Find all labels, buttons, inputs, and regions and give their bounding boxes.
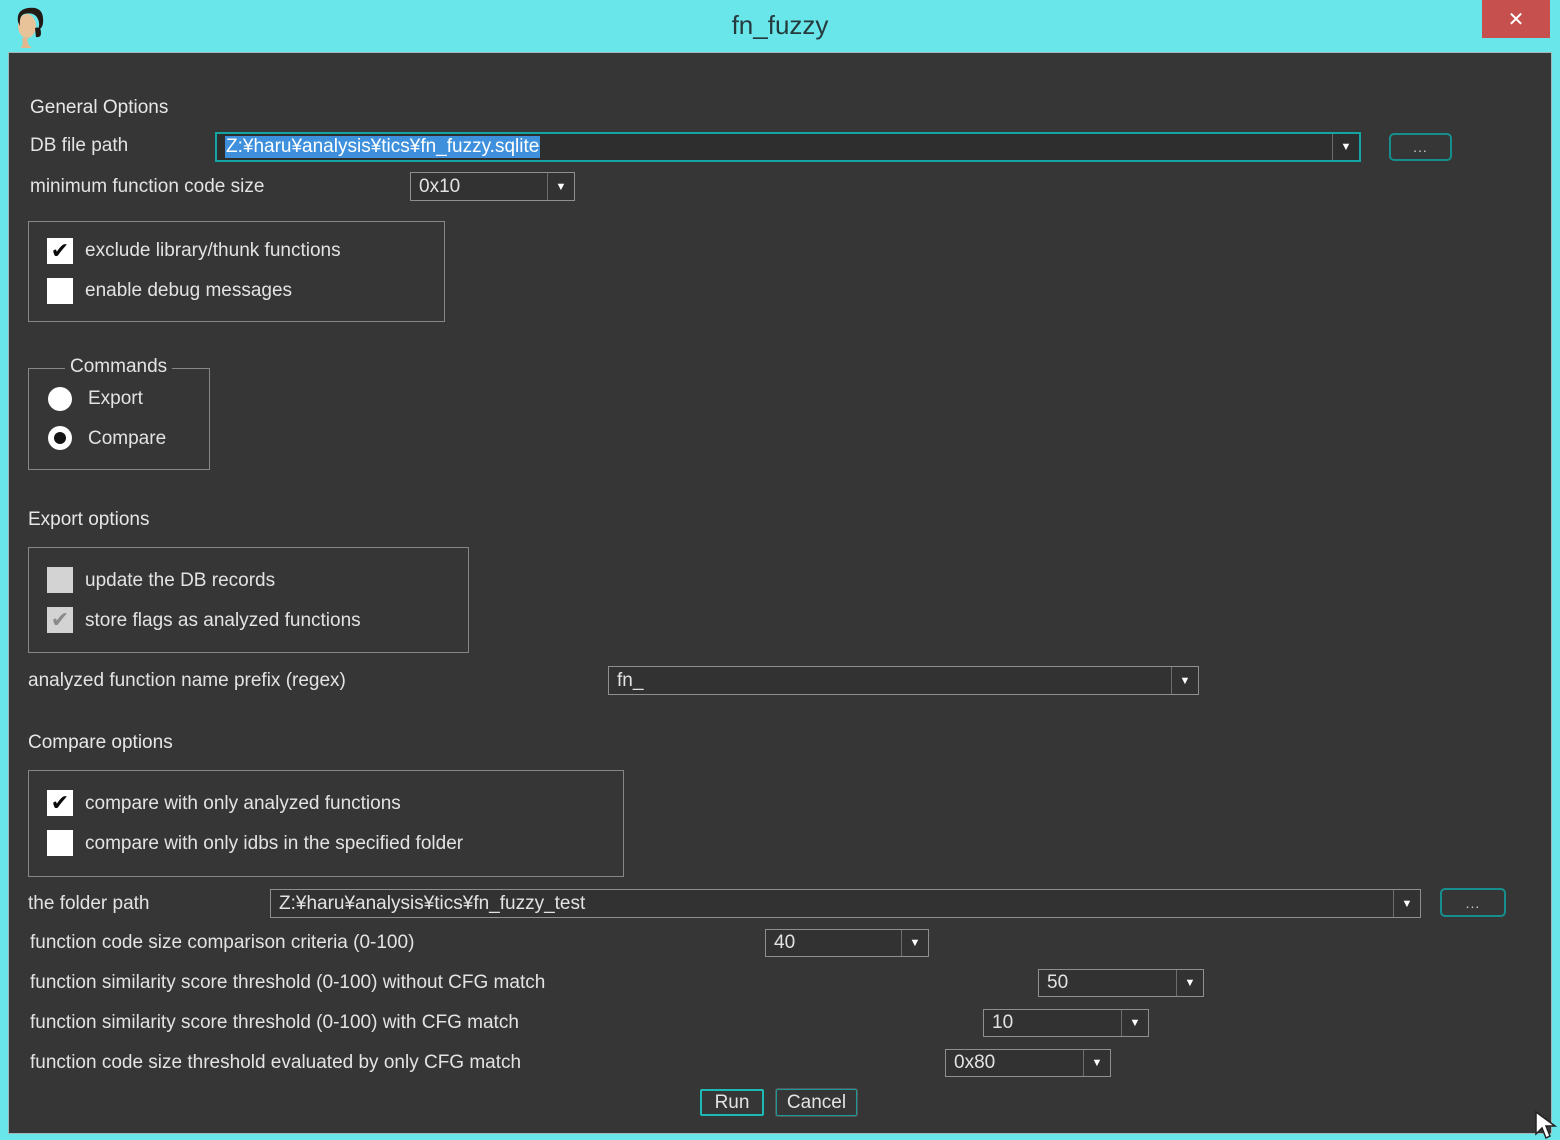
commands-legend: Commands	[65, 356, 172, 378]
compare-idbs-checkbox[interactable]	[47, 830, 73, 856]
chevron-down-icon[interactable]: ▼	[1171, 667, 1198, 694]
enable-debug-checkbox[interactable]	[47, 278, 73, 304]
chevron-down-icon[interactable]: ▼	[1121, 1010, 1148, 1036]
compare-options-heading: Compare options	[28, 732, 173, 754]
cancel-button[interactable]: Cancel	[776, 1089, 857, 1116]
prefix-combobox[interactable]: fn_ ▼	[608, 666, 1199, 695]
similarity-without-cfg-label: function similarity score threshold (0-1…	[30, 972, 545, 994]
prefix-label: analyzed function name prefix (regex)	[28, 670, 346, 692]
cfg-only-threshold-combobox[interactable]: 0x80 ▼	[945, 1049, 1111, 1077]
compare-idbs-label[interactable]: compare with only idbs in the specified …	[85, 833, 463, 855]
code-size-criteria-value: 40	[766, 932, 901, 954]
mouse-cursor	[1534, 1110, 1560, 1140]
folder-path-browse-button[interactable]: ...	[1440, 888, 1506, 917]
exclude-library-label[interactable]: exclude library/thunk functions	[85, 240, 341, 262]
chevron-down-icon[interactable]: ▼	[1176, 970, 1203, 996]
cfg-only-threshold-label: function code size threshold evaluated b…	[30, 1052, 521, 1074]
run-button[interactable]: Run	[700, 1089, 764, 1116]
chevron-down-icon[interactable]: ▼	[901, 930, 928, 956]
similarity-with-cfg-value: 10	[984, 1012, 1121, 1034]
chevron-down-icon[interactable]: ▼	[547, 173, 574, 200]
compare-radio[interactable]	[48, 426, 72, 450]
code-size-criteria-label: function code size comparison criteria (…	[30, 932, 414, 954]
db-file-path-browse-button[interactable]: ...	[1389, 133, 1452, 161]
compare-radio-label[interactable]: Compare	[88, 428, 166, 450]
window-title: fn_fuzzy	[0, 10, 1560, 41]
similarity-without-cfg-combobox[interactable]: 50 ▼	[1038, 969, 1204, 997]
enable-debug-label[interactable]: enable debug messages	[85, 280, 292, 302]
general-checkbox-group	[28, 221, 445, 322]
chevron-down-icon[interactable]: ▼	[1083, 1050, 1110, 1076]
similarity-with-cfg-combobox[interactable]: 10 ▼	[983, 1009, 1149, 1037]
db-file-path-combobox[interactable]: Z:¥haru¥analysis¥tics¥fn_fuzzy.sqlite ▼	[215, 132, 1361, 162]
check-icon: ✔	[51, 607, 69, 633]
title-bar: fn_fuzzy ✕	[0, 0, 1560, 52]
close-button[interactable]: ✕	[1482, 0, 1550, 38]
db-file-path-value: Z:¥haru¥analysis¥tics¥fn_fuzzy.sqlite	[217, 136, 1332, 158]
export-options-heading: Export options	[28, 509, 149, 531]
folder-path-value: Z:¥haru¥analysis¥tics¥fn_fuzzy_test	[271, 893, 1393, 915]
export-checkbox-group	[28, 547, 469, 653]
commands-group: Commands	[28, 368, 210, 470]
code-size-criteria-combobox[interactable]: 40 ▼	[765, 929, 929, 957]
export-radio-label[interactable]: Export	[88, 388, 143, 410]
compare-analyzed-label[interactable]: compare with only analyzed functions	[85, 793, 401, 815]
folder-path-label: the folder path	[28, 893, 149, 915]
min-code-size-value: 0x10	[411, 176, 547, 198]
general-options-heading: General Options	[30, 97, 168, 119]
close-icon: ✕	[1508, 7, 1525, 32]
exclude-library-checkbox[interactable]: ✔	[47, 238, 73, 264]
export-radio[interactable]	[48, 387, 72, 411]
compare-analyzed-checkbox[interactable]: ✔	[47, 790, 73, 816]
cfg-only-threshold-value: 0x80	[946, 1052, 1083, 1074]
min-code-size-label: minimum function code size	[30, 176, 264, 198]
store-flags-label: store flags as analyzed functions	[85, 610, 361, 632]
chevron-down-icon[interactable]: ▼	[1393, 890, 1420, 917]
store-flags-checkbox: ✔	[47, 607, 73, 633]
fn-fuzzy-dialog: { "window": { "title": "fn_fuzzy" }, "ic…	[0, 0, 1560, 1140]
check-icon: ✔	[51, 238, 69, 264]
similarity-with-cfg-label: function similarity score threshold (0-1…	[30, 1012, 519, 1034]
min-code-size-combobox[interactable]: 0x10 ▼	[410, 172, 575, 201]
prefix-value: fn_	[609, 670, 1171, 692]
compare-checkbox-group	[28, 770, 624, 877]
chevron-down-icon[interactable]: ▼	[1332, 134, 1359, 160]
update-db-checkbox	[47, 567, 73, 593]
folder-path-combobox[interactable]: Z:¥haru¥analysis¥tics¥fn_fuzzy_test ▼	[270, 889, 1421, 918]
db-file-path-label: DB file path	[30, 135, 128, 157]
check-icon: ✔	[51, 790, 69, 816]
similarity-without-cfg-value: 50	[1039, 972, 1176, 994]
update-db-label: update the DB records	[85, 570, 275, 592]
